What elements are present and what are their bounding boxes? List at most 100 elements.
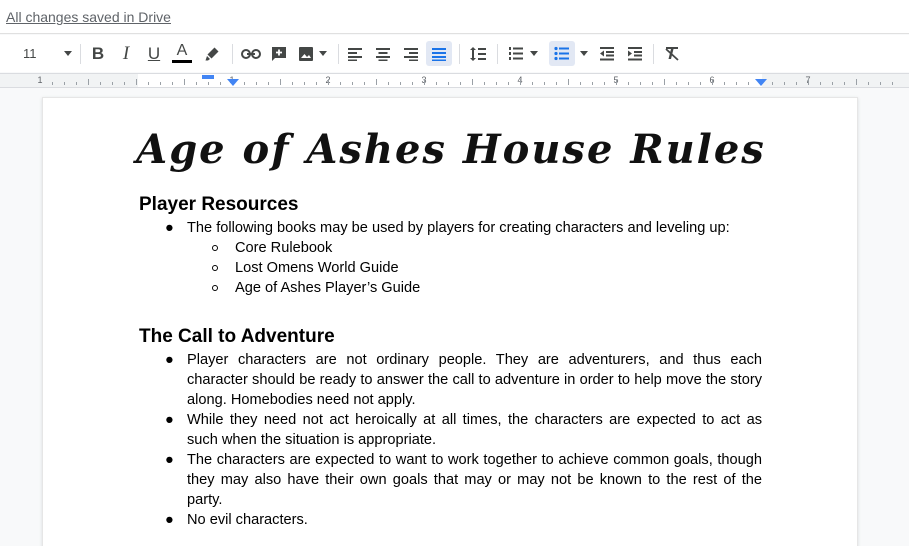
- align-left-button[interactable]: [343, 41, 367, 66]
- ruler-tick: [640, 82, 641, 85]
- ruler-tick: [724, 82, 725, 85]
- text-color-button[interactable]: A: [170, 41, 194, 66]
- list-item-text: No evil characters.: [187, 512, 308, 528]
- ruler-tick: [688, 82, 689, 85]
- ruler-tick: [616, 79, 617, 85]
- ruler-tick: [112, 82, 113, 85]
- insert-link-button[interactable]: [238, 41, 264, 66]
- ruler-tick: [856, 79, 857, 85]
- ruler-tick: [664, 79, 665, 85]
- ruler-tick: [496, 82, 497, 85]
- insert-image-button[interactable]: [294, 41, 330, 66]
- numbered-list-button[interactable]: [503, 41, 543, 66]
- toolbar-divider: [653, 44, 654, 64]
- image-icon: [298, 46, 313, 61]
- ruler-tick: [208, 82, 209, 85]
- ruler-tick: [76, 82, 77, 85]
- ruler-tick: [304, 82, 305, 85]
- ruler-tick: [52, 82, 53, 85]
- ruler-tick: [172, 82, 173, 85]
- line-spacing-icon: [470, 46, 486, 61]
- ruler-tick: [148, 82, 149, 85]
- ruler-tick: [352, 82, 353, 85]
- line-spacing-button[interactable]: [465, 41, 491, 66]
- section-heading: The Call to Adventure: [139, 326, 335, 347]
- bold-icon: B: [91, 44, 105, 63]
- clear-formatting-icon: [665, 47, 679, 61]
- first-line-indent-marker[interactable]: [202, 75, 214, 79]
- list-item: ● The characters are expected to want to…: [165, 450, 762, 510]
- ruler-tick: [784, 82, 785, 85]
- ruler-tick: [652, 82, 653, 85]
- ruler-tick: [268, 82, 269, 85]
- ruler-tick: [136, 79, 137, 85]
- chevron-down-icon: [318, 51, 327, 56]
- hollow-bullet-icon: [212, 245, 218, 251]
- ruler-tick: [280, 79, 281, 85]
- underline-button[interactable]: U: [142, 41, 166, 66]
- align-center-button[interactable]: [371, 41, 395, 66]
- ruler-number: 1: [37, 75, 43, 85]
- ruler-tick: [484, 82, 485, 85]
- section-heading: Player Resources: [139, 194, 299, 215]
- ruler-tick: [64, 82, 65, 85]
- ruler-tick: [100, 82, 101, 85]
- ruler-tick: [748, 82, 749, 85]
- add-comment-button[interactable]: [267, 41, 291, 66]
- ruler-tick: [388, 82, 389, 85]
- ruler-tick: [796, 82, 797, 85]
- ruler-tick: [292, 82, 293, 85]
- sub-list-item-text: Lost Omens World Guide: [235, 260, 399, 276]
- ruler-tick: [592, 82, 593, 85]
- list-item-text: Player characters are not ordinary peopl…: [187, 352, 762, 408]
- highlight-button[interactable]: [200, 41, 224, 66]
- underline-icon: U: [147, 44, 161, 63]
- link-icon: [241, 48, 261, 59]
- highlight-icon: [205, 47, 219, 60]
- align-right-button[interactable]: [399, 41, 423, 66]
- document-page[interactable]: Age of Ashes House Rules Player Resource…: [42, 97, 858, 546]
- ruler-tick: [256, 82, 257, 85]
- align-left-icon: [348, 47, 362, 61]
- ruler-tick: [676, 82, 677, 85]
- increase-indent-button[interactable]: [623, 41, 647, 66]
- hollow-bullet-icon: [212, 265, 218, 271]
- add-comment-icon: [272, 46, 286, 61]
- bullet-icon: ●: [165, 220, 174, 236]
- ruler-tick: [220, 82, 221, 85]
- decrease-indent-button[interactable]: [595, 41, 619, 66]
- italic-button[interactable]: I: [114, 41, 138, 66]
- ruler-tick: [712, 79, 713, 85]
- font-size-dropdown[interactable]: 11: [14, 41, 76, 66]
- ruler-tick: [124, 82, 125, 85]
- ruler-tick: [604, 82, 605, 85]
- justify-icon: [432, 47, 446, 61]
- toolbar-divider: [459, 44, 460, 64]
- bullet-icon: ●: [165, 452, 174, 468]
- text-color-icon: A: [176, 41, 188, 59]
- saved-status-link[interactable]: All changes saved in Drive: [6, 9, 171, 25]
- text-color-swatch: [172, 59, 192, 63]
- ruler-tick: [844, 82, 845, 85]
- ruler-tick: [316, 82, 317, 85]
- bold-button[interactable]: B: [86, 41, 110, 66]
- ruler-tick: [580, 82, 581, 85]
- ruler-tick: [544, 82, 545, 85]
- bulleted-list-menu-button[interactable]: [577, 41, 591, 66]
- ruler-tick: [184, 79, 185, 85]
- list-item: ● While they need not act heroically at …: [165, 410, 762, 450]
- sub-list-item-text: Core Rulebook: [235, 240, 333, 256]
- horizontal-ruler[interactable]: 1 1 2 3 4 5 6 7: [0, 73, 909, 88]
- bulleted-list-button[interactable]: [549, 41, 575, 66]
- ruler-tick: [808, 79, 809, 85]
- right-indent-marker[interactable]: [755, 79, 767, 86]
- ruler-tick: [880, 82, 881, 85]
- chevron-down-icon: [64, 51, 72, 56]
- formatting-toolbar: 11 B I U A: [0, 35, 909, 72]
- numbered-list-icon: [509, 47, 523, 60]
- list-item: ● The following books may be used by pla…: [165, 218, 762, 238]
- justify-button[interactable]: [426, 41, 452, 66]
- left-indent-marker[interactable]: [227, 79, 239, 86]
- ruler-tick: [532, 82, 533, 85]
- clear-formatting-button[interactable]: [660, 41, 684, 66]
